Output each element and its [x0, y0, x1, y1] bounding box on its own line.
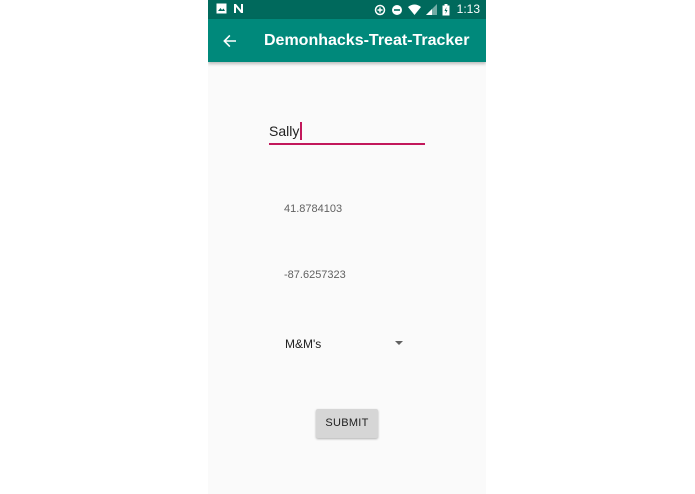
name-input[interactable]: Sally — [269, 119, 425, 145]
longitude-text: -87.6257323 — [284, 269, 346, 281]
do-not-disturb-icon — [391, 4, 402, 15]
app-bar: Demonhacks-Treat-Tracker — [208, 19, 486, 62]
signal-icon — [425, 4, 437, 15]
wifi-icon — [407, 4, 421, 15]
text-cursor — [300, 122, 303, 140]
dropdown-arrow-icon — [395, 341, 403, 345]
data-saver-icon — [374, 4, 385, 15]
status-right-icons: 1:13 — [374, 2, 480, 17]
app-title: Demonhacks-Treat-Tracker — [264, 32, 470, 49]
app-screen: 1:13 Demonhacks-Treat-Tracker Sally 41.8… — [208, 0, 486, 494]
status-bar: 1:13 — [208, 0, 486, 19]
battery-icon — [442, 3, 450, 15]
latitude-text: 41.8784103 — [284, 203, 343, 215]
arrow-back-icon[interactable] — [220, 31, 240, 51]
treat-dropdown[interactable]: M&M's — [285, 334, 403, 354]
status-left-icons — [216, 3, 244, 14]
status-time: 1:13 — [456, 2, 480, 16]
treat-dropdown-value: M&M's — [285, 337, 322, 351]
name-input-value: Sally — [269, 123, 300, 139]
submit-button[interactable]: SUBMIT — [316, 409, 378, 438]
image-icon — [216, 3, 227, 14]
n-notification-icon — [234, 4, 243, 13]
